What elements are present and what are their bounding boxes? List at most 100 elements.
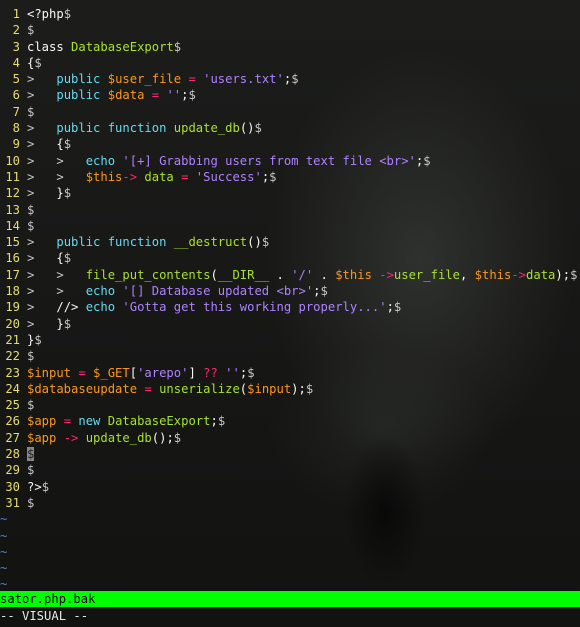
code-token: $ bbox=[63, 251, 72, 266]
code-token: $ bbox=[63, 186, 72, 201]
vim-editor-buffer[interactable]: 1 <?php$ 2 $3 class DatabaseExport$ 4 {$ 5 > pub… bbox=[0, 6, 577, 593]
code-line[interactable]: 2 $ bbox=[0, 22, 577, 38]
code-token: 'Success' bbox=[195, 169, 262, 184]
code-line[interactable]: 25 $ bbox=[0, 397, 577, 413]
code-token: ; bbox=[386, 300, 394, 315]
code-token: $data bbox=[107, 88, 145, 103]
code-token: -> bbox=[56, 430, 86, 445]
code-token: > bbox=[27, 72, 57, 87]
code-line[interactable]: 22 $ bbox=[0, 348, 577, 364]
code-token: '' bbox=[225, 365, 240, 380]
vim-modeline: -- VISUAL -- bbox=[0, 608, 580, 624]
line-number: 16 bbox=[5, 251, 20, 266]
code-token: $ bbox=[27, 349, 35, 364]
code-line[interactable]: 24 $databaseupdate = unserialize($input);… bbox=[0, 381, 577, 397]
code-line[interactable]: 17 > > file_put_contents(__DIR__ . '/' . … bbox=[0, 267, 577, 283]
empty-line-marker: ~ bbox=[0, 544, 8, 559]
line-number: 22 bbox=[5, 349, 20, 364]
code-token: echo bbox=[85, 153, 123, 168]
code-token: 'arepo' bbox=[137, 365, 189, 380]
code-line[interactable]: 15 > public function __destruct()$ bbox=[0, 234, 577, 250]
line-number: 8 bbox=[12, 121, 20, 136]
code-line[interactable]: 18 > > echo '[] Database updated <br>';$ bbox=[0, 283, 577, 299]
line-number: 1 bbox=[12, 7, 20, 21]
code-token: $ bbox=[173, 430, 182, 445]
line-number: 30 bbox=[5, 479, 20, 494]
code-line[interactable]: 3 class DatabaseExport$ bbox=[0, 39, 577, 55]
code-line[interactable]: 28 $ bbox=[0, 446, 577, 462]
code-line[interactable]: 31 $ bbox=[0, 495, 577, 511]
code-token: -> bbox=[122, 169, 145, 184]
code-line[interactable]: 5 > public $user_file = 'users.txt';$ bbox=[0, 71, 577, 87]
code-line[interactable]: 1 <?php$ bbox=[0, 6, 577, 22]
code-token: update_db bbox=[85, 430, 152, 445]
code-token: $this bbox=[335, 267, 372, 282]
code-token: > > bbox=[27, 169, 86, 184]
code-line[interactable]: 8 > public function update_db()$ bbox=[0, 120, 577, 136]
code-token: $app bbox=[27, 414, 57, 429]
code-token: > bbox=[27, 300, 57, 315]
code-line[interactable]: 14 $ bbox=[0, 218, 577, 234]
code-line[interactable]: 4 {$ bbox=[0, 55, 577, 71]
line-number: 14 bbox=[5, 218, 20, 233]
empty-line-marker: ~ bbox=[0, 561, 8, 576]
code-token: __destruct bbox=[173, 235, 248, 250]
line-number: 19 bbox=[5, 300, 20, 315]
code-token: $_GET bbox=[93, 365, 130, 380]
code-token: new bbox=[78, 414, 108, 429]
code-token: $this bbox=[474, 267, 512, 282]
code-token: $ bbox=[188, 88, 196, 103]
code-token: ; bbox=[210, 414, 218, 429]
code-token: class bbox=[27, 39, 72, 54]
code-token: $ bbox=[320, 284, 328, 299]
code-line[interactable]: 12 > }$ bbox=[0, 185, 577, 201]
code-token: $ bbox=[41, 479, 50, 494]
code-token: ] bbox=[188, 365, 204, 380]
line-number: 12 bbox=[5, 186, 20, 201]
code-line[interactable]: 11 > > $this-> data = 'Success';$ bbox=[0, 169, 577, 185]
code-line[interactable]: 6 > public $data = '';$ bbox=[0, 87, 577, 103]
code-token: $ bbox=[34, 332, 42, 347]
line-number: 5 bbox=[12, 72, 20, 87]
code-line[interactable]: 26 $app = new DatabaseExport;$ bbox=[0, 413, 577, 429]
code-token: = bbox=[137, 381, 160, 396]
code-line[interactable]: 23 $input = $_GET['arepo'] ?? '';$ bbox=[0, 365, 577, 381]
code-token: = bbox=[71, 365, 94, 380]
code-token: -> bbox=[371, 267, 394, 282]
code-line[interactable]: 9 > {$ bbox=[0, 136, 577, 152]
empty-line-marker: ~ bbox=[0, 512, 8, 527]
code-line[interactable]: 29 $ bbox=[0, 462, 577, 478]
code-token: (); bbox=[151, 430, 174, 445]
code-token: $ bbox=[27, 218, 35, 233]
code-line[interactable]: 20 > }$ bbox=[0, 316, 577, 332]
code-token: $ bbox=[217, 414, 226, 429]
code-line[interactable]: 10 > > echo '[+] Grabbing users from text… bbox=[0, 153, 577, 169]
code-token: ; bbox=[313, 284, 321, 299]
line-number: 4 bbox=[12, 55, 20, 70]
code-token: public bbox=[56, 72, 108, 87]
code-token: <?php bbox=[27, 7, 64, 21]
code-token: () bbox=[247, 235, 262, 250]
vim-statusline: sator.php.bak bbox=[0, 591, 580, 607]
line-number: 11 bbox=[5, 169, 20, 184]
line-number: 29 bbox=[5, 463, 20, 478]
code-token: $user_file bbox=[107, 72, 182, 87]
code-token: $ bbox=[570, 267, 578, 282]
code-token: $ bbox=[269, 169, 277, 184]
code-line[interactable]: 21}$ bbox=[0, 332, 577, 348]
code-line[interactable]: 16 > {$ bbox=[0, 250, 577, 266]
code-token: $ bbox=[305, 381, 314, 396]
code-line[interactable]: 27 $app -> update_db();$ bbox=[0, 430, 577, 446]
code-token: > > bbox=[27, 153, 86, 168]
line-number: 6 bbox=[12, 88, 20, 103]
code-line[interactable]: 30 ?>$ bbox=[0, 479, 577, 495]
code-token: $input bbox=[247, 381, 292, 396]
line-number: 25 bbox=[5, 398, 20, 413]
code-token: $ bbox=[261, 235, 270, 250]
code-token: $ bbox=[254, 121, 262, 136]
code-line[interactable]: 7 $ bbox=[0, 104, 577, 120]
code-token: $ bbox=[393, 300, 402, 315]
code-line[interactable]: 19 > //> echo 'Gotta get this working pro… bbox=[0, 299, 577, 315]
code-token: $ bbox=[63, 7, 72, 21]
code-line[interactable]: 13 $ bbox=[0, 202, 577, 218]
